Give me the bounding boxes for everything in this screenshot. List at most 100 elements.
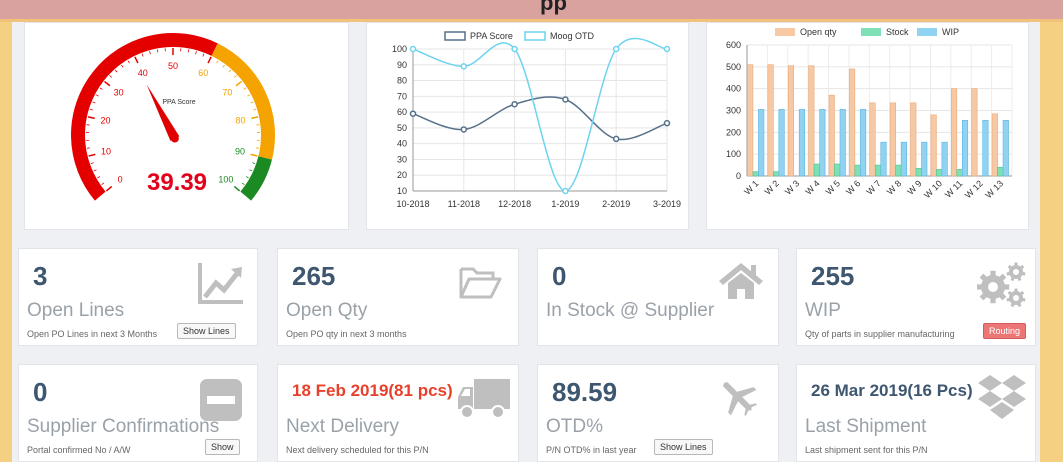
data-point bbox=[460, 126, 468, 133]
bar bbox=[910, 102, 917, 177]
gauge-tick bbox=[87, 116, 95, 120]
kpi-value: 3 bbox=[33, 261, 48, 291]
ppa-gauge-card: 0 10 20 30 40 50 60 70 80 90 100 PPA Score 39.39 bbox=[24, 22, 349, 230]
gauge-tick bbox=[241, 182, 245, 185]
kpi-label: OTD% bbox=[546, 416, 603, 437]
dropbox-icon bbox=[978, 375, 1026, 419]
x-tick-label: 11-2018 bbox=[448, 199, 480, 209]
data-point bbox=[663, 119, 671, 127]
plane-icon bbox=[723, 382, 758, 417]
gauge-needle bbox=[146, 84, 180, 141]
gauge-tick bbox=[121, 64, 124, 68]
gauge-tick bbox=[216, 60, 219, 64]
data-point bbox=[409, 45, 417, 53]
gauge-tick-label: 30 bbox=[114, 88, 124, 98]
gauge-tick bbox=[141, 53, 144, 57]
gauge-tick bbox=[250, 101, 254, 104]
x-tick-label: W 13 bbox=[983, 178, 1005, 200]
data-point bbox=[612, 135, 620, 143]
gauge-tick bbox=[202, 53, 205, 57]
legend-swatch bbox=[444, 31, 466, 41]
gauge-tick bbox=[252, 162, 256, 164]
gauge-tick bbox=[101, 182, 105, 185]
data-point bbox=[612, 45, 620, 53]
y-tick-label: 70 bbox=[397, 91, 407, 101]
weekly-qty-bar-chart: 600 500 400 300 200 100 0W 1W 2W 3W 4W 5W 6W 7… bbox=[726, 27, 1013, 200]
y-tick-label: 30 bbox=[397, 154, 407, 164]
bar bbox=[828, 94, 835, 177]
kpi-in-stock: 0 In Stock @ Supplier bbox=[537, 248, 779, 346]
gauge-tick bbox=[249, 169, 253, 172]
folder-open-icon bbox=[459, 267, 502, 299]
gauge-tick bbox=[95, 94, 99, 97]
bar bbox=[971, 88, 978, 177]
y-tick-label: 40 bbox=[397, 139, 407, 149]
y-tick-label: 0 bbox=[736, 171, 741, 181]
legend-label: PPA Score bbox=[470, 31, 513, 41]
data-point bbox=[562, 96, 569, 103]
show-button[interactable]: Show bbox=[205, 439, 240, 455]
gauge-tick bbox=[222, 64, 225, 68]
gauge-tick bbox=[243, 87, 247, 90]
y-tick-label: 60 bbox=[397, 107, 407, 117]
data-point bbox=[460, 63, 468, 70]
gauge-tick-label: 0 bbox=[118, 174, 123, 184]
gauge-tick-label: 20 bbox=[101, 116, 111, 126]
gauge-tick-label: 40 bbox=[138, 68, 148, 78]
bar bbox=[950, 88, 958, 177]
x-tick-label: 1-2019 bbox=[551, 199, 579, 209]
gauge-tick bbox=[149, 51, 151, 55]
gauge-tick bbox=[228, 69, 232, 73]
gauge-tick bbox=[245, 176, 249, 179]
y-tick-label: 400 bbox=[726, 84, 741, 94]
gauge-tick bbox=[195, 51, 197, 55]
gauge-tick bbox=[97, 176, 101, 179]
series-line bbox=[412, 37, 668, 192]
data-point bbox=[511, 100, 518, 108]
gauge-tick bbox=[233, 75, 237, 78]
kpi-otd: 89.59 OTD% P/N OTD% in last year Show Li… bbox=[537, 364, 779, 462]
legend-label: Stock bbox=[886, 27, 909, 37]
legend-label: Open qty bbox=[800, 27, 837, 37]
minus-square-icon bbox=[200, 379, 242, 421]
bar bbox=[767, 64, 774, 177]
kpi-subtext: Open PO qty in next 3 months bbox=[286, 329, 407, 339]
bar bbox=[798, 109, 806, 177]
x-tick-label: W 3 bbox=[783, 178, 801, 196]
bar bbox=[839, 109, 846, 177]
bar bbox=[930, 114, 937, 177]
bar bbox=[956, 169, 963, 177]
show-lines-button[interactable]: Show Lines bbox=[177, 323, 236, 339]
legend-swatch bbox=[775, 28, 795, 36]
gauge-tick bbox=[187, 49, 190, 53]
bar bbox=[869, 102, 876, 177]
kpi-value: 18 Feb 2019(81 pcs) bbox=[292, 381, 453, 400]
kpi-label: WIP bbox=[805, 300, 841, 321]
x-tick-label: W 5 bbox=[824, 178, 842, 196]
kpi-subtext: Next delivery scheduled for this P/N bbox=[286, 445, 429, 455]
gauge-tick bbox=[114, 69, 118, 73]
bar bbox=[808, 65, 815, 177]
kpi-subtext: Open PO Lines in next 3 Months bbox=[27, 329, 158, 339]
gauge-tick bbox=[207, 56, 212, 64]
legend-label: WIP bbox=[942, 27, 959, 37]
kpi-label: Supplier Confirmations bbox=[27, 416, 220, 437]
routing-button[interactable]: Routing bbox=[983, 323, 1027, 339]
gears-icon bbox=[977, 262, 1026, 308]
y-tick-label: 80 bbox=[397, 76, 407, 86]
kpi-label: In Stock @ Supplier bbox=[546, 300, 715, 321]
bar bbox=[854, 164, 861, 177]
dashboard-area: 0 10 20 30 40 50 60 70 80 90 100 PPA Score 39.39 100… bbox=[12, 22, 1040, 462]
gauge-tick bbox=[90, 162, 94, 164]
x-tick-label: 3-2019 bbox=[653, 199, 681, 209]
x-tick-label: W 2 bbox=[763, 178, 781, 196]
ppa-gauge: 0 10 20 30 40 50 60 70 80 90 100 PPA Score 39.39 bbox=[71, 33, 275, 201]
show-lines-button[interactable]: Show Lines bbox=[654, 439, 713, 455]
y-tick-label: 100 bbox=[726, 149, 741, 159]
gauge-tick-label: 90 bbox=[235, 147, 245, 157]
gauge-tick bbox=[156, 49, 159, 53]
x-tick-label: W 4 bbox=[803, 178, 821, 196]
y-tick-label: 200 bbox=[726, 127, 741, 137]
line-chart-card: 100 90 80 70 60 50 40 30 20 10 10-2018 11-2018 12-20… bbox=[366, 22, 689, 230]
gauge-tick bbox=[99, 87, 103, 90]
